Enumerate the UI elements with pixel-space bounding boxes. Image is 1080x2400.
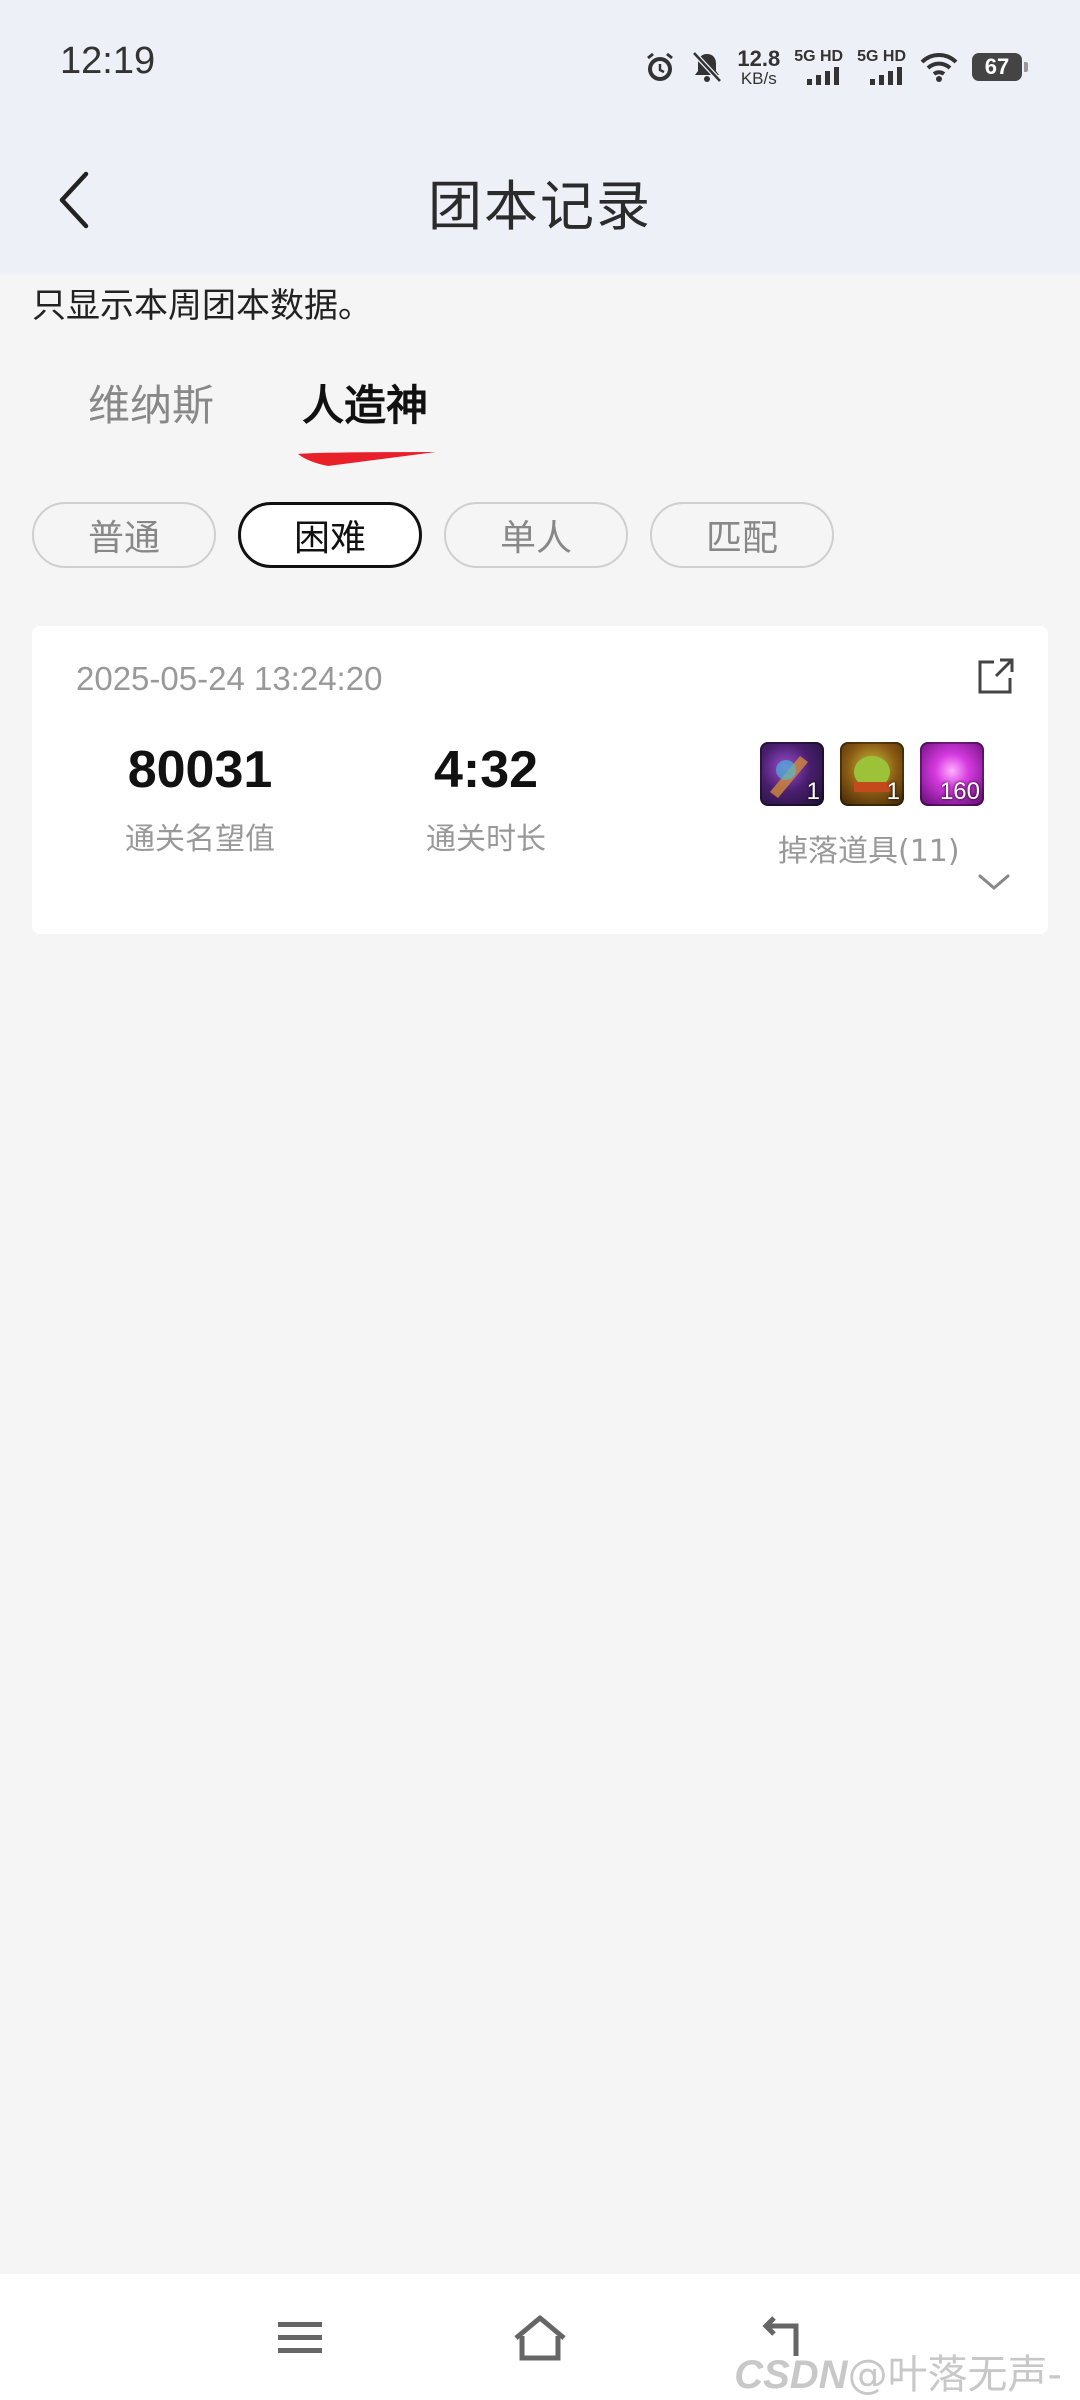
- share-icon: [978, 658, 1014, 694]
- alarm-icon: [643, 50, 677, 84]
- raid-record-card[interactable]: 2025-05-24 13:24:20 80031 通关名望值 4:32 通关时…: [32, 626, 1048, 934]
- tab-artificial-god[interactable]: 人造神: [302, 372, 428, 433]
- watermark-brand: CSDN: [734, 2353, 848, 2397]
- duration-stat: 4:32 通关时长: [372, 740, 600, 858]
- menu-button[interactable]: [270, 2308, 330, 2368]
- home-button[interactable]: [510, 2308, 570, 2368]
- item-qty: 1: [886, 778, 900, 805]
- record-datetime: 2025-05-24 13:24:20: [76, 660, 383, 697]
- menu-icon: [278, 2322, 322, 2353]
- difficulty-filters: 普通 困难 单人 匹配: [32, 502, 834, 568]
- drop-items: 1 1 160: [760, 742, 984, 806]
- watermark-handle: @叶落无声-: [847, 2352, 1062, 2398]
- status-icons: 12.8 KB/s 5G HD 5G HD 67: [643, 44, 1028, 90]
- active-tab-indicator: [298, 452, 436, 466]
- home-icon: [514, 2315, 566, 2361]
- system-nav-bar: CSDN@叶落无声-: [0, 2274, 1080, 2400]
- duration-label: 通关时长: [426, 822, 546, 857]
- notice-text: 只显示本周团本数据。: [32, 286, 372, 326]
- item-qty: 1: [806, 778, 820, 805]
- signal2-label: 5G HD: [857, 48, 906, 65]
- purple-orb-item-icon[interactable]: 1: [760, 742, 824, 806]
- filter-hard[interactable]: 困难: [238, 502, 422, 568]
- status-bar: 12:19 12.8 KB/s 5G HD 5G HD 67: [0, 0, 1080, 130]
- magenta-crystal-item-icon[interactable]: 160: [920, 742, 984, 806]
- watermark: CSDN@叶落无声-: [734, 2342, 1062, 2400]
- tab-venus[interactable]: 维纳斯: [88, 372, 214, 433]
- signal-icon: 5G HD: [794, 49, 843, 85]
- duration-value: 4:32: [433, 741, 539, 799]
- golden-helmet-item-icon[interactable]: 1: [840, 742, 904, 806]
- filter-solo[interactable]: 单人: [444, 502, 628, 568]
- header: 团本记录: [0, 130, 1080, 274]
- filter-normal[interactable]: 普通: [32, 502, 216, 568]
- battery-icon: 67: [972, 53, 1028, 81]
- mute-icon: [691, 50, 723, 84]
- drops-label: 掉落道具(11): [778, 834, 960, 869]
- net-speed-unit: KB/s: [740, 68, 777, 88]
- wifi-icon: [920, 52, 958, 82]
- reputation-value: 80031: [127, 741, 273, 799]
- signal1-label: 5G HD: [794, 48, 844, 65]
- page-title: 团本记录: [428, 175, 652, 238]
- status-time: 12:19: [60, 40, 156, 82]
- reputation-label: 通关名望值: [125, 822, 275, 857]
- net-speed-value: 12.8: [737, 45, 781, 71]
- share-button[interactable]: [974, 654, 1018, 698]
- filter-matchmaking[interactable]: 匹配: [650, 502, 834, 568]
- net-speed: 12.8 KB/s: [737, 45, 781, 88]
- signal-icon-2: 5G HD: [857, 49, 906, 85]
- chevron-down-icon: [978, 874, 1010, 890]
- item-qty: 160: [939, 778, 980, 805]
- expand-button[interactable]: [976, 870, 1012, 894]
- reputation-stat: 80031 通关名望值: [86, 740, 314, 858]
